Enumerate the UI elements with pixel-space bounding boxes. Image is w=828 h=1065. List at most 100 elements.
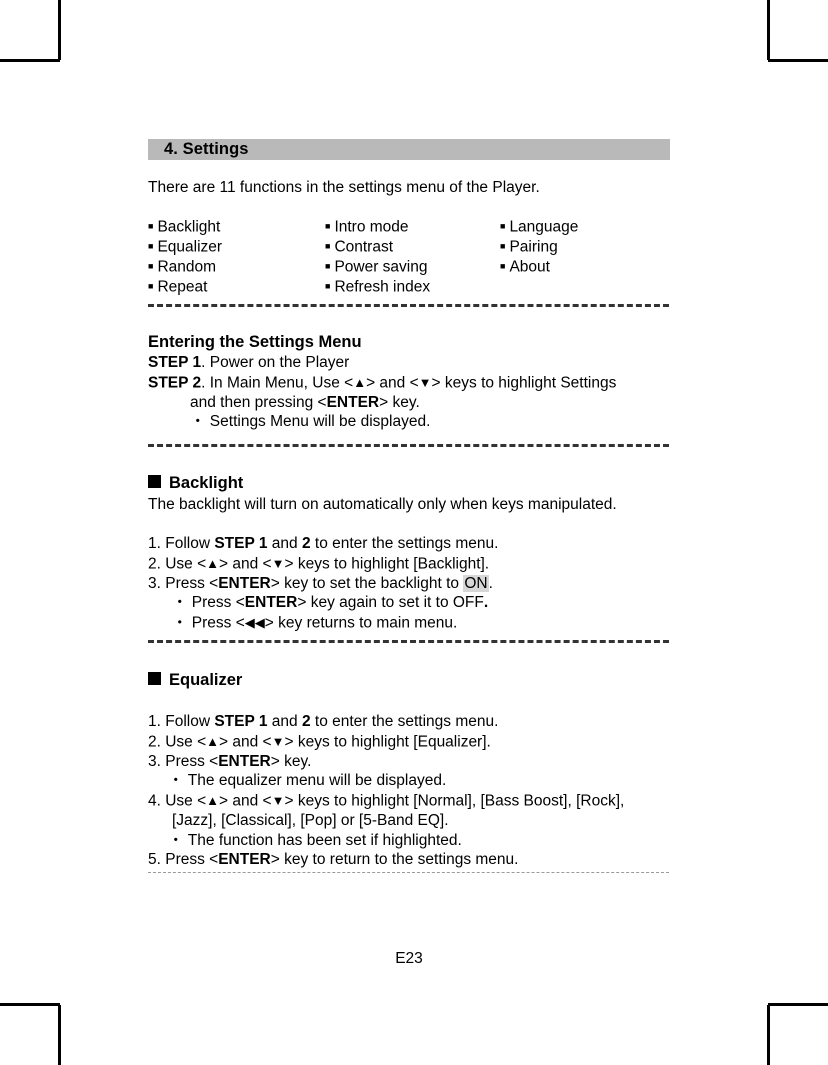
equalizer-note-1: ・ The equalizer menu will be displayed. bbox=[168, 772, 447, 790]
square-bullet-icon: ■ bbox=[148, 221, 154, 231]
backlight-step-3: 3. Press <ENTER> key to set the backligh… bbox=[148, 574, 498, 594]
bl-s2-b: > and < bbox=[219, 555, 272, 573]
enter-key-label: ENTER bbox=[218, 851, 271, 869]
bl-s2-c: > keys to highlight [Backlight]. bbox=[284, 555, 490, 573]
on-value-highlight: ON bbox=[463, 574, 489, 592]
list-item: ■ Pairing bbox=[500, 237, 578, 257]
enter-key-label: ENTER bbox=[326, 393, 380, 411]
step-2-label: STEP 2 bbox=[148, 374, 202, 392]
square-bullet-icon: ■ bbox=[500, 221, 506, 231]
eq-s1-c: and bbox=[267, 713, 302, 730]
feature-label: Intro mode bbox=[334, 218, 409, 236]
list-item: ■ Random bbox=[148, 257, 222, 277]
list-item: ■ Intro mode bbox=[325, 217, 430, 237]
feature-label: Pairing bbox=[509, 238, 558, 256]
bl-n2-a: ・ Press < bbox=[172, 614, 245, 632]
list-item: ■ Equalizer bbox=[148, 237, 222, 257]
feature-label: Contrast bbox=[334, 238, 394, 256]
equalizer-step-3: 3. Press <ENTER> key. bbox=[148, 752, 624, 772]
backlight-note-1: ・ Press <ENTER> key again to set it to O… bbox=[148, 593, 498, 613]
step-2-cont-a: and then pressing < bbox=[190, 393, 327, 411]
feature-column-2: ■ Intro mode ■ Contrast ■ Power saving ■ Ref… bbox=[325, 217, 430, 297]
square-bullet-icon: ■ bbox=[325, 241, 331, 252]
square-bullet-icon: ■ bbox=[148, 281, 154, 292]
crop-mark-bottom-left-vertical bbox=[58, 1005, 61, 1065]
square-bullet-icon: ■ bbox=[500, 261, 506, 272]
eq-s4-a: 4. Use < bbox=[148, 792, 207, 810]
filled-square-icon bbox=[148, 475, 161, 488]
crop-mark-bottom-right-horizontal bbox=[768, 1003, 828, 1006]
step-2-line: STEP 2. In Main Menu, Use <▲> and <▼> ke… bbox=[148, 373, 616, 393]
step-1-text: . Power on the Player bbox=[201, 354, 350, 371]
list-item: ■ Repeat bbox=[148, 277, 222, 297]
equalizer-step-5: 5. Press <ENTER> key to return to the se… bbox=[148, 850, 624, 870]
equalizer-heading-label: Equalizer bbox=[169, 671, 243, 689]
eq-s2-a: 2. Use < bbox=[148, 733, 207, 751]
eq-s4-b: > and < bbox=[219, 792, 272, 810]
list-item: ■ Language bbox=[500, 217, 578, 237]
backlight-steps: 1. Follow STEP 1 and 2 to enter the sett… bbox=[148, 534, 498, 633]
eq-s1-a: 1. Follow bbox=[148, 713, 215, 730]
bl-s1-e: to enter the settings menu. bbox=[310, 535, 499, 552]
chapter-title-bar: 4. Settings bbox=[148, 139, 670, 160]
section-divider bbox=[148, 444, 669, 447]
section-divider bbox=[148, 640, 669, 643]
up-arrow-icon: ▲ bbox=[206, 733, 220, 749]
step-2-continuation: and then pressing <ENTER> key. bbox=[148, 393, 616, 413]
section-heading: Entering the Settings Menu bbox=[148, 333, 362, 351]
equalizer-step-4: 4. Use <▲> and <▼> keys to highlight [No… bbox=[148, 791, 624, 811]
feature-label: Power saving bbox=[334, 258, 428, 276]
up-arrow-icon: ▲ bbox=[206, 792, 220, 808]
section-divider-light bbox=[148, 872, 669, 873]
equalizer-steps: 1. Follow STEP 1 and 2 to enter the sett… bbox=[148, 712, 624, 870]
square-bullet-icon: ■ bbox=[500, 241, 506, 252]
crop-mark-bottom-left-horizontal bbox=[0, 1003, 60, 1006]
step-2-text-b: > and < bbox=[366, 374, 419, 392]
eq-s5-a: 5. Press < bbox=[148, 851, 219, 869]
eq-s1-step-label: STEP 1 bbox=[214, 713, 268, 730]
bl-s3-a: 3. Press < bbox=[148, 574, 219, 592]
eq-s4-c: > keys to highlight [Normal], [Bass Boos… bbox=[284, 792, 625, 810]
step-2-text-a: . In Main Menu, Use < bbox=[201, 374, 354, 392]
step-1-label: STEP 1 bbox=[148, 354, 202, 371]
equalizer-step-1: 1. Follow STEP 1 and 2 to enter the sett… bbox=[148, 712, 624, 732]
eq-s1-e: to enter the settings menu. bbox=[310, 713, 499, 730]
filled-square-icon bbox=[148, 672, 161, 685]
bl-s1-step-label: STEP 1 bbox=[214, 535, 268, 552]
feature-label: Equalizer bbox=[157, 238, 223, 256]
enter-key-label: ENTER bbox=[244, 594, 298, 612]
eq-s2-c: > keys to highlight [Equalizer]. bbox=[284, 733, 491, 751]
eq-s3-a: 3. Press < bbox=[148, 752, 219, 770]
intro-paragraph: There are 11 functions in the settings m… bbox=[148, 179, 540, 196]
entering-settings-section: Entering the Settings Menu STEP 1. Power… bbox=[148, 332, 616, 432]
eq-s1-step-num: 2 bbox=[301, 713, 311, 730]
bl-s1-a: 1. Follow bbox=[148, 535, 215, 552]
eq-s2-b: > and < bbox=[219, 733, 272, 751]
backlight-section-heading-wrap: Backlight bbox=[148, 473, 243, 494]
bl-s2-a: 2. Use < bbox=[148, 555, 207, 573]
list-item: ■ About bbox=[500, 257, 578, 277]
backlight-description-wrap: The backlight will turn on automatically… bbox=[148, 495, 617, 515]
equalizer-step-2: 2. Use <▲> and <▼> keys to highlight [Eq… bbox=[148, 732, 624, 752]
crop-mark-top-right-horizontal bbox=[768, 59, 828, 62]
list-item: ■ Contrast bbox=[325, 237, 430, 257]
down-arrow-icon: ▼ bbox=[271, 792, 285, 808]
bl-s1-step-num: 2 bbox=[301, 535, 311, 552]
down-arrow-icon: ▼ bbox=[418, 374, 432, 390]
eq-s5-b: > key to return to the settings menu. bbox=[270, 851, 519, 869]
step-2-cont-b: > key. bbox=[379, 393, 420, 411]
list-item: ■ Refresh index bbox=[325, 277, 430, 297]
equalizer-section-heading-wrap: Equalizer bbox=[148, 670, 242, 691]
feature-column-1: ■ Backlight ■ Equalizer ■ Random ■ Repeat bbox=[148, 217, 222, 297]
feature-label: Language bbox=[509, 218, 579, 236]
bl-s3-c: . bbox=[488, 574, 493, 592]
page-number: E23 bbox=[395, 950, 423, 967]
square-bullet-icon: ■ bbox=[325, 281, 331, 292]
crop-mark-top-left-horizontal bbox=[0, 59, 60, 62]
feature-column-3: ■ Language ■ Pairing ■ About bbox=[500, 217, 578, 277]
backlight-description: The backlight will turn on automatically… bbox=[148, 496, 617, 513]
enter-key-label: ENTER bbox=[218, 574, 271, 592]
enter-key-label: ENTER bbox=[218, 752, 271, 770]
square-bullet-icon: ■ bbox=[148, 241, 154, 252]
entering-note: ・ Settings Menu will be displayed. bbox=[190, 413, 431, 431]
